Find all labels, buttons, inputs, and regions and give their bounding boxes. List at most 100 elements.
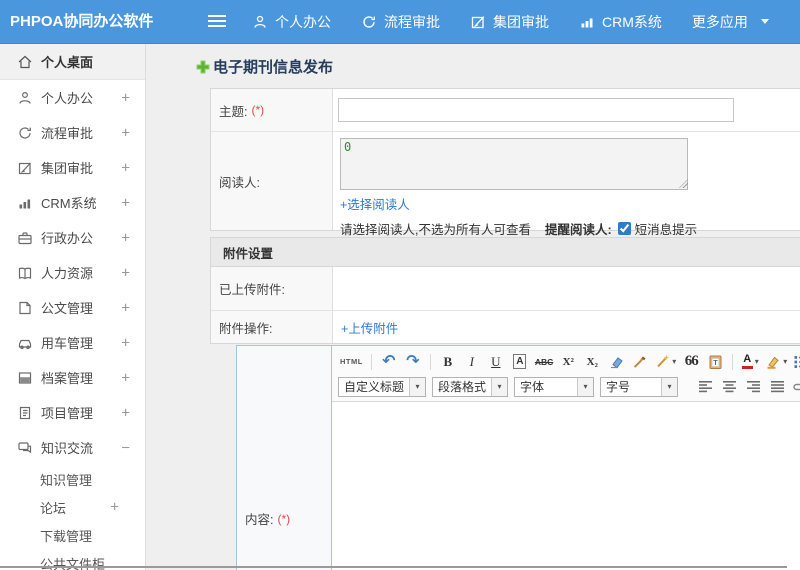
process-icon (361, 14, 377, 30)
content-table: 内容: (*) HTML ↶ ↷ B I U A ABC X² X₂ ▾ 66 … (236, 345, 800, 570)
collapse-minus-icon[interactable]: − (121, 440, 130, 455)
expand-plus-icon[interactable]: + (121, 265, 130, 280)
nav-crm-system[interactable]: CRM系统 (579, 12, 662, 32)
content-label-cell: 内容: (*) (237, 346, 332, 570)
caret-down-icon: ▾ (409, 377, 426, 396)
expand-plus-icon[interactable]: + (121, 90, 130, 105)
expand-plus-icon[interactable]: + (121, 370, 130, 385)
insert-link-icon[interactable] (790, 377, 800, 397)
align-left-icon[interactable] (694, 377, 716, 397)
uploaded-attachments-value (333, 267, 800, 310)
align-center-icon[interactable] (718, 377, 740, 397)
expand-plus-icon[interactable]: + (121, 125, 130, 140)
sidebar-subitem-forum[interactable]: 论坛 + (0, 493, 145, 521)
green-plus-icon (196, 60, 210, 74)
nav-process-approval[interactable]: 流程审批 (361, 12, 440, 32)
html-source-button[interactable]: HTML (338, 352, 365, 372)
sidebar-item-personal-desktop[interactable]: 个人桌面 (0, 44, 145, 80)
heading-select[interactable]: 自定义标题 ▾ (338, 376, 427, 397)
sms-notify-label: 短消息提示 (634, 223, 698, 237)
paste-text-icon[interactable]: T (704, 352, 726, 372)
sidebar-subitem-download-mgmt[interactable]: 下载管理 (0, 521, 145, 549)
superscript-button[interactable]: X² (557, 352, 579, 372)
caret-down-icon: ▾ (783, 357, 788, 366)
sidebar-item-project-mgmt[interactable]: 项目管理 + (0, 395, 145, 430)
uploaded-attachments-row: 已上传附件: (211, 267, 800, 310)
sidebar-item-official-docs[interactable]: 公文管理 + (0, 290, 145, 325)
select-readers-link[interactable]: +选择阅读人 (340, 194, 410, 213)
subject-input[interactable] (338, 98, 734, 122)
eraser-icon[interactable] (605, 352, 627, 372)
readers-textarea[interactable] (340, 138, 688, 190)
app-title: PHPOA协同办公软件 (10, 13, 154, 30)
strikethrough-button[interactable]: ABC (533, 352, 555, 372)
bold-button[interactable]: B (437, 352, 459, 372)
required-mark: (*) (251, 103, 265, 117)
redo-icon[interactable]: ↷ (402, 352, 424, 372)
book-icon (17, 265, 33, 281)
sidebar-item-archive-mgmt[interactable]: 档案管理 + (0, 360, 145, 395)
sidebar-subitem-knowledge-mgmt[interactable]: 知识管理 (0, 465, 145, 493)
sidebar-item-knowledge-exchange[interactable]: 知识交流 − (0, 430, 145, 465)
subject-row: 主题: (*) (211, 89, 800, 131)
archive-icon (17, 370, 33, 386)
app-window: PHPOA协同办公软件 个人办公 流程审批 集团审批 CRM系统 更多应用 个人… (0, 0, 800, 570)
chart-icon (17, 195, 33, 211)
ordered-list-button[interactable]: ▾ (791, 352, 800, 372)
expand-plus-icon[interactable]: + (121, 335, 130, 350)
caret-down-icon: ▾ (577, 377, 594, 396)
nav-more-apps[interactable]: 更多应用 (692, 12, 769, 32)
readers-label: 阅读人: (211, 132, 333, 230)
expand-plus-icon[interactable]: + (121, 195, 130, 210)
editor-content-area[interactable] (332, 402, 800, 570)
italic-button[interactable]: I (461, 352, 483, 372)
font-size-select[interactable]: 字号 ▾ (600, 376, 679, 397)
paragraph-format-select[interactable]: 段落格式 ▾ (432, 376, 509, 397)
briefcase-icon (17, 230, 33, 246)
horizontal-scrollbar[interactable] (0, 566, 787, 568)
highlight-color-button[interactable]: ▾ (763, 352, 789, 372)
expand-plus-icon[interactable]: + (110, 500, 119, 515)
subscript-button[interactable]: X₂ (581, 352, 603, 372)
attachment-action-label: 附件操作: (211, 311, 333, 343)
attachment-action-row: 附件操作: +上传附件 (211, 310, 800, 343)
expand-plus-icon[interactable]: + (121, 160, 130, 175)
font-family-select[interactable]: 字体 ▾ (514, 376, 595, 397)
upload-attachment-link[interactable]: +上传附件 (341, 318, 398, 337)
sidebar-item-admin-office[interactable]: 行政办公 + (0, 220, 145, 255)
sms-notify-checkbox[interactable] (617, 222, 631, 235)
sidebar-item-human-resources[interactable]: 人力资源 + (0, 255, 145, 290)
sidebar-item-crm-system[interactable]: CRM系统 + (0, 185, 145, 220)
magic-wand-icon[interactable]: ▾ (653, 352, 678, 372)
document-icon (17, 300, 33, 316)
sidebar-item-vehicle-mgmt[interactable]: 用车管理 + (0, 325, 145, 360)
underline-button[interactable]: U (485, 352, 507, 372)
undo-icon[interactable]: ↶ (378, 352, 400, 372)
align-justify-icon[interactable] (766, 377, 788, 397)
sidebar-item-group-approval[interactable]: 集团审批 + (0, 150, 145, 185)
expand-plus-icon[interactable]: + (121, 230, 130, 245)
align-right-icon[interactable] (742, 377, 764, 397)
font-color-button[interactable]: A ▾ (739, 352, 761, 372)
user-icon (252, 14, 268, 30)
nav-group-approval[interactable]: 集团审批 (470, 12, 549, 32)
edit-icon (470, 14, 486, 30)
sidebar-item-personal-office[interactable]: 个人办公 + (0, 80, 145, 115)
expand-plus-icon[interactable]: + (121, 405, 130, 420)
sidebar: 个人桌面 个人办公 + 流程审批 + 集团审批 + CRM系统 + 行政办公 + (0, 44, 146, 570)
caret-down-icon: ▾ (672, 357, 677, 366)
top-navigation: 个人办公 流程审批 集团审批 CRM系统 更多应用 (252, 0, 769, 43)
basic-info-table: 主题: (*) 阅读人: +选择阅读人 请选择阅读人,不选为所有人可查看 提醒阅… (210, 88, 800, 237)
sidebar-item-process-approval[interactable]: 流程审批 + (0, 115, 145, 150)
hamburger-menu-icon[interactable] (208, 15, 226, 30)
blockquote-button[interactable]: 66 (680, 352, 702, 372)
format-painter-icon[interactable] (629, 352, 651, 372)
user-icon (17, 90, 33, 106)
nav-personal-office[interactable]: 个人办公 (252, 12, 331, 32)
chart-icon (579, 14, 595, 30)
page-title: 电子期刊信息发布 (196, 56, 333, 77)
font-style-button[interactable]: A (513, 354, 527, 369)
rich-text-editor: HTML ↶ ↷ B I U A ABC X² X₂ ▾ 66 T A ▾ ▾ … (332, 346, 800, 570)
caret-down-icon: ▾ (754, 357, 759, 366)
expand-plus-icon[interactable]: + (121, 300, 130, 315)
